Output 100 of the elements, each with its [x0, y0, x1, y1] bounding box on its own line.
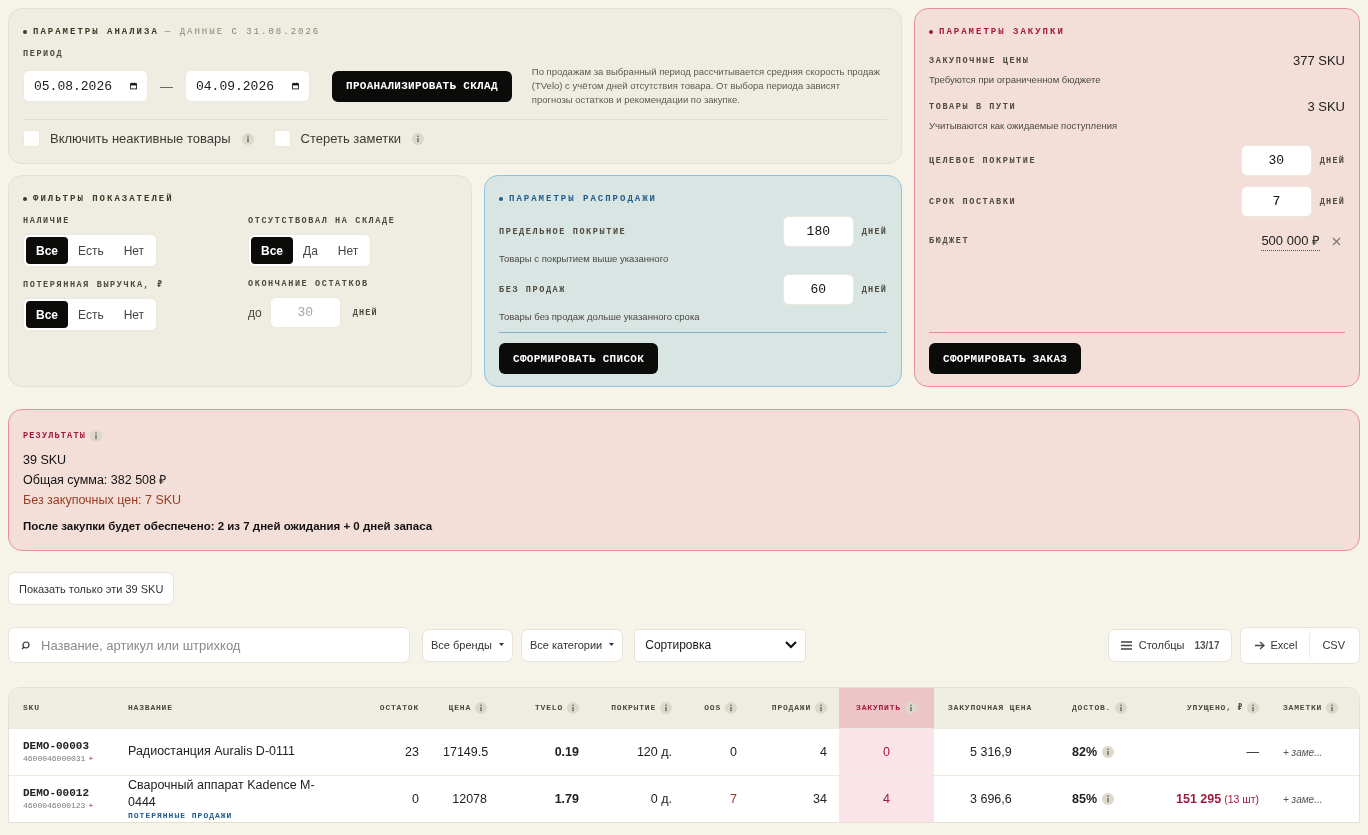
- column-header[interactable]: ЗАКУПИТЬ: [839, 688, 934, 728]
- field-label: БЮДЖЕТ: [929, 236, 971, 246]
- hint-text: Требуются при ограниченном бюджете: [929, 74, 1102, 85]
- table-cell: 0: [412, 791, 419, 806]
- add-note-link[interactable]: + заме...: [1283, 746, 1323, 758]
- category-dropdown[interactable]: Все категории: [520, 628, 624, 662]
- days-input[interactable]: 7: [1240, 186, 1312, 217]
- product-name: Радиостанция Auralis D-0111: [128, 743, 296, 760]
- checkbox[interactable]: [23, 130, 40, 147]
- column-count: 13/17: [1194, 639, 1220, 651]
- table-cell: (13 шт): [1224, 792, 1259, 805]
- budget-value[interactable]: 500 000 ₽: [1261, 231, 1320, 251]
- result-text: Без закупочных цен: 7 SKU: [23, 492, 183, 509]
- brand-dropdown[interactable]: Все бренды: [422, 628, 513, 662]
- field-label: СРОК ПОСТАВКИ: [929, 196, 1018, 207]
- description-text: По продажам за выбранный период рассчитывается средняя скорость продаж (TVelo) с учётом дней отсутствия товара. От выбора периода зависят прогнозы остатков и рекомендации по закупке.: [531, 65, 881, 107]
- segment-option[interactable]: Есть: [68, 301, 114, 328]
- info-icon: [1102, 745, 1115, 758]
- export-button[interactable]: CSV: [1309, 629, 1357, 661]
- table-cell: 85%: [1072, 791, 1098, 806]
- table-cell: 3 696,6: [970, 791, 1012, 806]
- field-label: ПЕРИОД: [23, 49, 65, 59]
- field-label: НАЛИЧИЕ: [23, 216, 71, 226]
- add-barcode-link[interactable]: +: [88, 754, 94, 763]
- column-header[interactable]: ПОКРЫТИЕ: [591, 688, 684, 728]
- unit-label: ДНЕЙ: [861, 226, 887, 237]
- table-cell: 1.79: [554, 791, 579, 806]
- barcode-text: 4600046000123: [23, 801, 86, 811]
- column-header[interactable]: OOS: [684, 688, 749, 728]
- segment-option[interactable]: Нет: [113, 237, 155, 264]
- days-input[interactable]: 30: [269, 297, 341, 328]
- segment-option[interactable]: Да: [293, 237, 328, 264]
- segment-option[interactable]: Нет: [113, 301, 155, 328]
- column-header[interactable]: ЗАМЕТКИ: [1271, 688, 1359, 728]
- hint-text: Товары с покрытием выше указанного: [499, 253, 670, 264]
- field-label: ОТСУТСТВОВАЛ НА СКЛАДЕ: [248, 216, 397, 226]
- panel-title: ПАРАМЕТРЫ ЗАКУПКИ: [939, 27, 1065, 37]
- close-icon: [1332, 236, 1341, 246]
- product-name: Сварочный аппарат Kadence M-0444: [128, 777, 316, 812]
- table-cell: 82%: [1072, 744, 1098, 759]
- columns-button[interactable]: Столбцы 13/17: [1107, 628, 1233, 662]
- show-only-button[interactable]: Показать только эти 39 SKU: [8, 572, 175, 605]
- date-field[interactable]: 05.08.2026: [23, 70, 148, 102]
- segment-option[interactable]: Все: [26, 301, 68, 328]
- sku-code: DEMO-00003: [23, 740, 90, 752]
- table-cell: 0: [883, 744, 890, 759]
- column-header[interactable]: ЦЕНА: [431, 688, 499, 728]
- info-icon: [241, 132, 254, 145]
- generate-list-button[interactable]: СФОРМИРОВАТЬ СПИСОК: [499, 343, 659, 374]
- table-cell: 7: [730, 791, 737, 806]
- checkbox[interactable]: [273, 130, 291, 147]
- column-header[interactable]: УПУЩЕНО, ₽: [1146, 688, 1271, 728]
- date-field[interactable]: 04.09.2026: [185, 70, 310, 102]
- bullet-icon: [23, 30, 27, 34]
- column-header[interactable]: ОСТАТОК: [341, 688, 431, 728]
- analyze-button[interactable]: ПРОАНАЛИЗИРОВАТЬ СКЛАД: [332, 70, 512, 102]
- info-icon: [1102, 792, 1115, 805]
- add-barcode-link[interactable]: +: [88, 801, 94, 811]
- column-header[interactable]: ЗАКУПОЧНАЯ ЦЕНА: [934, 688, 1056, 728]
- sort-select[interactable]: Сортировка: [634, 628, 807, 662]
- info-icon: [475, 701, 487, 714]
- segment-option[interactable]: Нет: [327, 237, 369, 264]
- generate-order-button[interactable]: СФОРМИРОВАТЬ ЗАКАЗ: [929, 343, 1082, 374]
- info-icon: [660, 701, 672, 714]
- calendar-icon: [292, 80, 299, 92]
- column-header[interactable]: НАЗВАНИЕ: [116, 688, 341, 728]
- table-cell: 17149.5: [443, 744, 489, 759]
- info-icon: [1247, 701, 1259, 714]
- bullet-icon: [23, 197, 27, 201]
- field-label: ПРЕДЕЛЬНОЕ ПОКРЫТИЕ: [499, 226, 628, 237]
- segment-option[interactable]: Все: [26, 237, 68, 264]
- prefix-text: до: [248, 305, 262, 320]
- days-input[interactable]: 30: [1240, 145, 1312, 176]
- segment-option[interactable]: Все: [251, 237, 293, 264]
- search-field[interactable]: Название, артикул или штрихкод: [8, 627, 410, 663]
- field-label: ЦЕЛЕВОЕ ПОКРЫТИЕ: [929, 155, 1038, 166]
- field-label: ОКОНЧАНИЕ ОСТАТКОВ: [248, 279, 370, 289]
- export-button[interactable]: Excel: [1243, 629, 1310, 661]
- status-tag: ПОТЕРЯННЫЕ ПРОДАЖИ: [128, 811, 233, 821]
- unit-label: ДНЕЙ: [861, 284, 887, 295]
- checkbox-label: Включить неактивные товары: [50, 131, 231, 146]
- info-icon: [1326, 701, 1339, 714]
- info-icon: [815, 701, 827, 714]
- table-cell: 4: [883, 791, 890, 806]
- column-header[interactable]: ДОСТОВ.: [1056, 688, 1146, 728]
- table-cell: 5 316,9: [970, 744, 1012, 759]
- caret-icon: [498, 643, 504, 647]
- segment-option[interactable]: Есть: [68, 237, 114, 264]
- unit-label: ДНЕЙ: [352, 307, 378, 318]
- unit-label: ДНЕЙ: [1319, 155, 1345, 166]
- sku-count: 377 SKU: [1292, 53, 1345, 68]
- column-header[interactable]: TVELO: [499, 688, 591, 728]
- column-header[interactable]: ПРОДАЖИ: [749, 688, 839, 728]
- date-separator: —: [159, 78, 174, 94]
- column-header[interactable]: SKU: [9, 688, 116, 728]
- days-input[interactable]: 180: [782, 216, 854, 247]
- add-note-link[interactable]: + заме...: [1283, 793, 1323, 805]
- days-input[interactable]: 60: [782, 274, 854, 305]
- caret-icon: [609, 643, 615, 647]
- bullet-icon: [929, 30, 933, 34]
